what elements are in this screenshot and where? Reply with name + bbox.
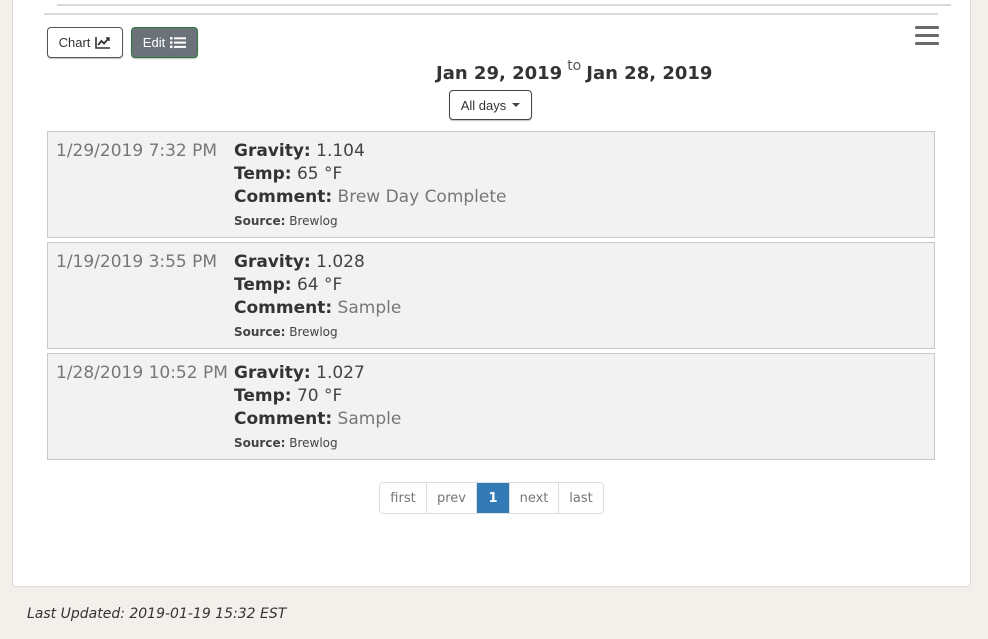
temp-line: Temp: 64 °F [234,274,401,297]
source-label: Source: [234,436,286,450]
range-connector: to [567,58,582,74]
comment-value: Sample [337,298,402,318]
chart-button[interactable]: Chart [47,27,123,58]
entry-details: Gravity: 1.028 Temp: 64 °F Comment: Samp… [234,251,401,343]
temp-line: Temp: 70 °F [234,385,401,408]
page-next-link[interactable]: next [510,483,559,513]
log-entry[interactable]: 1/28/2019 10:52 PM Gravity: 1.027 Temp: … [47,353,935,460]
temp-label: Temp: [234,164,292,184]
date-range: Jan 29, 2019 to Jan 28, 2019 [430,58,713,88]
gravity-label: Gravity: [234,252,311,272]
temp-value: 70 °F [296,386,343,406]
page-last-link[interactable]: last [559,483,603,513]
gravity-value: 1.028 [316,252,365,272]
temp-value: 64 °F [296,275,343,295]
source-label: Source: [234,214,286,228]
gravity-value: 1.027 [316,363,365,383]
comment-line: Comment: Sample [234,297,401,320]
days-filter-dropdown[interactable]: All days [449,90,532,120]
entry-timestamp: 1/29/2019 7:32 PM [56,141,218,161]
entry-timestamp: 1/28/2019 10:52 PM [56,363,228,383]
pagination: first prev 1 next last [379,482,604,514]
source-label: Source: [234,325,286,339]
gravity-line: Gravity: 1.027 [234,362,401,385]
temp-value: 65 °F [296,164,343,184]
range-end-date: Jan 28, 2019 [586,62,713,84]
source-value: Brewlog [289,214,338,228]
comment-line: Comment: Sample [234,408,401,431]
page-first-link[interactable]: first [380,483,427,513]
source-line: Source: Brewlog [234,322,401,343]
temp-label: Temp: [234,275,292,295]
entry-timestamp: 1/19/2019 3:55 PM [56,252,218,272]
gravity-label: Gravity: [234,141,311,161]
comment-value: Sample [337,409,402,429]
top-divider [57,4,951,6]
range-start-date: Jan 29, 2019 [436,62,563,84]
gravity-value: 1.104 [316,141,365,161]
page-current-link[interactable]: 1 [477,483,510,513]
source-value: Brewlog [289,436,338,450]
gravity-label: Gravity: [234,363,311,383]
menu-icon[interactable] [915,26,939,46]
line-chart-icon [95,36,111,49]
page-prev-link[interactable]: prev [427,483,477,513]
source-line: Source: Brewlog [234,211,507,232]
last-updated-text: Last Updated: 2019-01-19 15:32 EST [27,606,287,622]
entry-details: Gravity: 1.104 Temp: 65 °F Comment: Brew… [234,140,507,232]
comment-line: Comment: Brew Day Complete [234,186,507,209]
gravity-line: Gravity: 1.028 [234,251,401,274]
list-icon [170,36,187,49]
chart-button-label: Chart [58,35,91,50]
temp-label: Temp: [234,386,292,406]
days-filter-value: All days [460,97,507,113]
source-value: Brewlog [289,325,338,339]
edit-button-label: Edit [142,35,166,50]
source-line: Source: Brewlog [234,433,401,454]
entry-details: Gravity: 1.027 Temp: 70 °F Comment: Samp… [234,362,401,454]
comment-value: Brew Day Complete [337,187,507,207]
log-entry[interactable]: 1/29/2019 7:32 PM Gravity: 1.104 Temp: 6… [47,131,935,238]
temp-line: Temp: 65 °F [234,163,507,186]
comment-label: Comment: [234,409,333,429]
comment-label: Comment: [234,187,333,207]
header-rule [44,13,938,15]
edit-button[interactable]: Edit [131,27,198,58]
caret-down-icon [512,103,521,107]
gravity-line: Gravity: 1.104 [234,140,507,163]
comment-label: Comment: [234,298,333,318]
log-entries-list: 1/29/2019 7:32 PM Gravity: 1.104 Temp: 6… [47,131,935,464]
log-entry[interactable]: 1/19/2019 3:55 PM Gravity: 1.028 Temp: 6… [47,242,935,349]
